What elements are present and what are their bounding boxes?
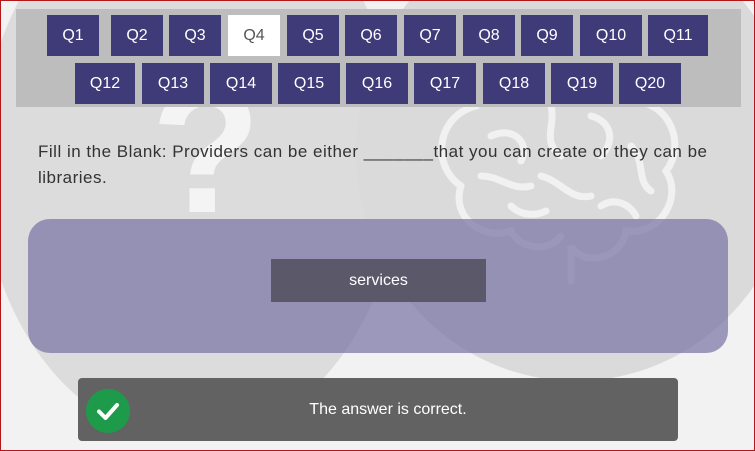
question-tab-q2[interactable]: Q2 bbox=[111, 15, 163, 56]
question-text: Fill in the Blank: Providers can be eith… bbox=[38, 142, 708, 187]
question-tab-q14[interactable]: Q14 bbox=[210, 63, 272, 104]
question-tab-q4[interactable]: Q4 bbox=[228, 15, 280, 56]
question-tab-q7[interactable]: Q7 bbox=[404, 15, 456, 56]
quiz-frame: ? Q1 Q2 Q3 Q4 Q5 Q6 Q7 Q8 Q9 Q10 Q11 Q12 Q13 Q14 Q15 Q1… bbox=[0, 0, 755, 451]
question-tab-q8[interactable]: Q8 bbox=[463, 15, 515, 56]
question-tab-q10[interactable]: Q10 bbox=[580, 15, 642, 56]
question-tab-q20[interactable]: Q20 bbox=[619, 63, 681, 104]
feedback-banner: The answer is correct. bbox=[78, 378, 678, 441]
question-tab-q12[interactable]: Q12 bbox=[75, 63, 135, 104]
question-tab-q19[interactable]: Q19 bbox=[551, 63, 613, 104]
question-tab-q18[interactable]: Q18 bbox=[483, 63, 545, 104]
question-tab-q3[interactable]: Q3 bbox=[169, 15, 221, 56]
question-tab-q1[interactable]: Q1 bbox=[47, 15, 99, 56]
question-tab-q17[interactable]: Q17 bbox=[414, 63, 476, 104]
question-tab-q16[interactable]: Q16 bbox=[346, 63, 408, 104]
answer-option-chip[interactable]: services bbox=[271, 259, 486, 302]
feedback-message: The answer is correct. bbox=[309, 400, 467, 418]
question-tab-q5[interactable]: Q5 bbox=[287, 15, 339, 56]
question-tab-q15[interactable]: Q15 bbox=[278, 63, 340, 104]
question-tab-q6[interactable]: Q6 bbox=[345, 15, 397, 56]
question-tab-q13[interactable]: Q13 bbox=[142, 63, 204, 104]
question-tab-q9[interactable]: Q9 bbox=[521, 15, 573, 56]
question-tab-q11[interactable]: Q11 bbox=[648, 15, 708, 56]
